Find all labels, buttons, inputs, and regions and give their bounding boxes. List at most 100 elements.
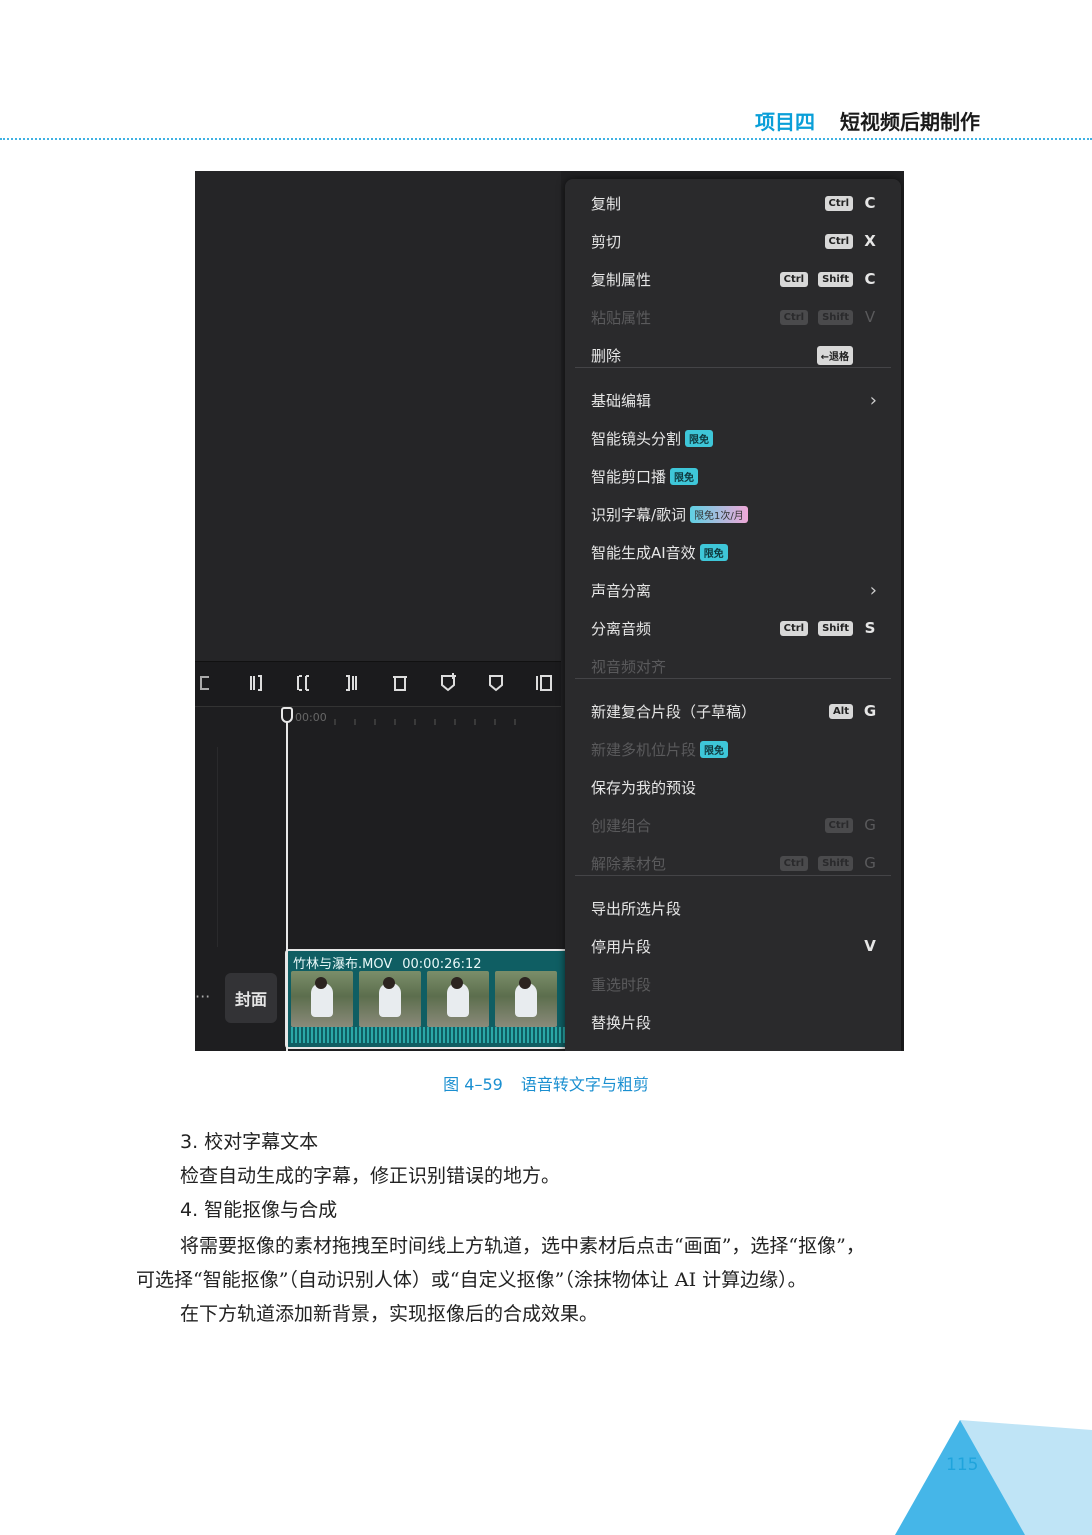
shortcut-key: Ctrl — [779, 620, 809, 636]
free-badge: 限免 — [670, 467, 699, 485]
menu-item[interactable]: 声音分离 › — [591, 578, 877, 602]
playhead[interactable] — [286, 707, 288, 1051]
menu-item[interactable]: 智能生成AI音效 限免 — [591, 540, 877, 564]
section-3-title: 3. 校对字幕文本 — [180, 1131, 319, 1153]
marker-icon[interactable] — [483, 670, 509, 696]
shortcut-key: Alt — [829, 703, 853, 719]
chevron-right-icon: › — [869, 579, 877, 601]
shortcut: Ctrl G — [824, 816, 877, 834]
shortcut: Ctrl C — [824, 194, 877, 212]
menu-item[interactable]: 复制属性 Ctrl Shift C — [591, 267, 877, 291]
audio-waveform — [291, 1027, 571, 1043]
track-divider — [217, 747, 218, 947]
timeline-panel[interactable]: 00:00 ··· 封面 竹林与瀑布.MOV 00:00:26:12 — [195, 707, 575, 1051]
menu-item-label: 创建组合 — [591, 816, 652, 835]
menu-separator — [575, 678, 891, 679]
shortcut-key: Shift — [818, 271, 853, 287]
section-4-title: 4. 智能抠像与合成 — [180, 1199, 338, 1221]
figure-title: 语音转文字与粗剪 — [520, 1075, 649, 1094]
menu-item: 视音频对齐 — [591, 654, 877, 678]
marker-add-icon[interactable] — [435, 670, 461, 696]
shortcut: Ctrl Shift V — [779, 308, 877, 326]
menu-item[interactable]: 智能剪口播 限免 — [591, 464, 877, 488]
trim-right-icon[interactable] — [339, 670, 365, 696]
chevron-right-icon: › — [869, 389, 877, 411]
menu-item-label: 保存为我的预设 — [591, 778, 697, 797]
shortcut: Alt G — [829, 702, 877, 720]
menu-item-label: 粘贴属性 — [591, 308, 652, 327]
menu-item-label: 停用片段 — [591, 937, 652, 956]
shortcut: V — [863, 937, 877, 955]
playhead-handle[interactable] — [281, 707, 293, 723]
free-badge: 限免 — [700, 740, 729, 758]
figure-number: 图 4–59 — [443, 1075, 503, 1094]
split-icon[interactable] — [243, 670, 269, 696]
shortcut-key: Ctrl — [824, 195, 853, 211]
shortcut-key: Ctrl — [824, 817, 853, 833]
shortcut-letter: V — [864, 937, 876, 955]
menu-item[interactable]: 保存为我的预设 — [591, 775, 877, 799]
menu-separator — [575, 875, 891, 876]
shortcut-key: Shift — [818, 620, 853, 636]
menu-item-label: 替换片段 — [591, 1013, 652, 1032]
clip-name: 竹林与瀑布.MOV — [293, 957, 393, 972]
menu-item-label: 声音分离 — [591, 581, 652, 600]
video-clip[interactable]: 竹林与瀑布.MOV 00:00:26:12 — [285, 949, 575, 1049]
undo-icon[interactable] — [195, 670, 221, 696]
menu-item[interactable]: 剪切 Ctrl X — [591, 229, 877, 253]
section-4-line-1: 将需要抠像的素材拖拽至时间线上方轨道，选中素材后点击“画面”，选择“抠像”， — [180, 1235, 865, 1257]
menu-item-label: 新建复合片段（子草稿） — [591, 702, 757, 721]
clip-thumbnail — [359, 971, 421, 1027]
shortcut-letter: V — [864, 308, 876, 326]
chapter-title: 短视频后期制作 — [840, 110, 980, 134]
running-header: 项目四 短视频后期制作 — [755, 106, 980, 135]
shortcut: Ctrl Shift S — [779, 619, 877, 637]
menu-item[interactable]: 智能镜头分割 限免 — [591, 426, 877, 450]
delete-icon[interactable] — [387, 670, 413, 696]
menu-item[interactable]: 导出所选片段 — [591, 896, 877, 920]
menu-item: 创建组合 Ctrl G — [591, 813, 877, 837]
trim-left-icon[interactable] — [291, 670, 317, 696]
shortcut-letter: C — [864, 194, 876, 212]
shortcut-letter: X — [864, 232, 876, 250]
shortcut-key: Ctrl — [824, 233, 853, 249]
freeze-frame-icon[interactable] — [531, 670, 557, 696]
section-4-line-2: 可选择“智能抠像”（自动识别人体）或“自定义抠像”（涂抹物体让 AI 计算边缘）… — [136, 1269, 807, 1291]
menu-item[interactable]: 新建复合片段（子草稿） Alt G — [591, 699, 877, 723]
section-4-line-3: 在下方轨道添加新背景，实现抠像后的合成效果。 — [180, 1303, 599, 1325]
cover-button[interactable]: 封面 — [225, 973, 277, 1023]
shortcut-letter: C — [864, 270, 876, 288]
clip-duration: 00:00:26:12 — [402, 957, 482, 972]
menu-item[interactable]: 分离音频 Ctrl Shift S — [591, 616, 877, 640]
menu-item[interactable]: 识别字幕/歌词 限免1次/月 — [591, 502, 877, 526]
menu-item-label: 剪切 — [591, 232, 622, 251]
menu-separator — [575, 367, 891, 368]
menu-item: 重选时段 — [591, 972, 877, 996]
shortcut-key: Ctrl — [779, 271, 809, 287]
menu-item[interactable]: 删除 ←退格 — [591, 343, 877, 367]
menu-item-label: 智能生成AI音效 — [591, 543, 696, 562]
menu-item-label: 识别字幕/歌词 — [591, 505, 687, 524]
shortcut-letter: S — [864, 619, 876, 637]
menu-item-label: 复制 — [591, 194, 622, 213]
shortcut: Ctrl Shift G — [779, 854, 877, 872]
menu-item[interactable]: 停用片段 V — [591, 934, 877, 958]
ruler-time: 00:00 — [295, 711, 327, 724]
section-3-text: 检查自动生成的字幕，修正识别错误的地方。 — [180, 1165, 561, 1187]
header-divider — [0, 138, 1092, 140]
free-badge: 限免 — [685, 429, 714, 447]
menu-item-label: 重选时段 — [591, 975, 652, 994]
shortcut-key: Ctrl — [779, 855, 809, 871]
free-badge: 限免1次/月 — [690, 505, 748, 523]
menu-item[interactable]: 基础编辑 › — [591, 388, 877, 412]
preview-panel — [195, 171, 561, 661]
more-icon[interactable]: ··· — [195, 987, 210, 1006]
shortcut-key: Shift — [818, 855, 853, 871]
menu-item-label: 新建多机位片段 — [591, 740, 697, 759]
menu-item[interactable]: 复制 Ctrl C — [591, 191, 877, 215]
shortcut-letter: G — [863, 702, 877, 720]
clip-label: 竹林与瀑布.MOV 00:00:26:12 — [293, 953, 482, 972]
menu-item: 解除素材包 Ctrl Shift G — [591, 851, 877, 875]
menu-item-label: 复制属性 — [591, 270, 652, 289]
menu-item[interactable]: 替换片段 — [591, 1010, 877, 1034]
